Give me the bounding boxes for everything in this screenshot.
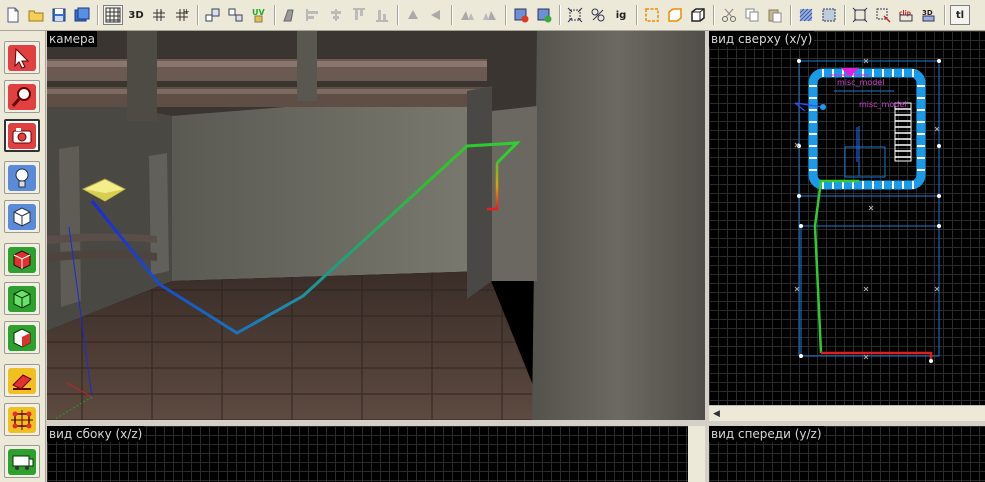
toolbar-separator: [451, 5, 453, 25]
top-viewport[interactable]: misc_model misc_model вид сверху (x/y): [709, 31, 985, 405]
toolbar-separator: [713, 5, 715, 25]
selection-box-icon[interactable]: [819, 5, 839, 25]
clip-icon[interactable]: clip: [896, 5, 916, 25]
top-view-drawing: misc_model misc_model: [794, 58, 941, 363]
scroll-left-icon[interactable]: ◀: [713, 409, 720, 419]
front-viewport[interactable]: вид спереди (y/z): [709, 426, 985, 482]
tool-palette: [0, 31, 46, 482]
group-icon[interactable]: [203, 5, 223, 25]
edges-icon[interactable]: [873, 5, 893, 25]
top-viewport-scrollbar[interactable]: ◀: [709, 405, 985, 421]
grid-larger-icon[interactable]: +: [172, 5, 192, 25]
paste-icon[interactable]: [765, 5, 785, 25]
side-viewport-label: вид сбоку (x/z): [47, 426, 145, 442]
front-viewport-label: вид спереди (y/z): [709, 426, 824, 442]
svg-text:-: -: [160, 8, 163, 16]
top-viewport-label: вид сверху (x/y): [709, 31, 815, 47]
toolbar-separator: [274, 5, 276, 25]
camera-3d-render: [47, 31, 705, 420]
texture-lock-icon[interactable]: [280, 5, 300, 25]
save-icon[interactable]: [49, 5, 69, 25]
side-viewport-scrollbar[interactable]: [688, 426, 705, 482]
cut-icon[interactable]: [719, 5, 739, 25]
rotate-left-icon[interactable]: [457, 5, 477, 25]
toolbar-separator: [790, 5, 792, 25]
align-top-icon[interactable]: [349, 5, 369, 25]
svg-text:+: +: [183, 7, 190, 16]
texture-apply-icon[interactable]: [4, 243, 40, 276]
select-green-icon[interactable]: [534, 5, 554, 25]
top-entity-label-2: misc_model: [859, 100, 907, 109]
entity-light-tool-icon[interactable]: [4, 161, 40, 194]
carve-icon[interactable]: [642, 5, 662, 25]
toolbar-separator: [636, 5, 638, 25]
selection-tool-icon[interactable]: [4, 41, 40, 74]
camera-viewport-label: камера: [47, 31, 98, 47]
hide-icon[interactable]: [588, 5, 608, 25]
new-file-icon[interactable]: [3, 5, 23, 25]
align-left-icon[interactable]: [303, 5, 323, 25]
toolbar-separator: [505, 5, 507, 25]
map-editor-window: 3D - + UV ig clip 3D tl камера misc_mode…: [0, 0, 985, 482]
copy-icon[interactable]: [742, 5, 762, 25]
block-tool-icon[interactable]: [4, 200, 40, 233]
toolbar-separator: [559, 5, 561, 25]
tl-button[interactable]: tl: [950, 5, 970, 25]
make-solid-icon[interactable]: [688, 5, 708, 25]
uv-icon[interactable]: UV: [249, 5, 269, 25]
align-center-icon[interactable]: [326, 5, 346, 25]
toolbar-separator: [397, 5, 399, 25]
side-viewport[interactable]: вид сбоку (x/z): [47, 426, 688, 482]
apply-current-texture-icon[interactable]: [4, 282, 40, 315]
top-entity-label-1: misc_model: [837, 78, 885, 87]
select-region-icon[interactable]: [565, 5, 585, 25]
grid-icon[interactable]: [103, 5, 123, 25]
toolbar-separator: [844, 5, 846, 25]
vertex-manipulation-icon[interactable]: [4, 403, 40, 436]
toolbar-separator: [97, 5, 99, 25]
flip-horizontal-icon[interactable]: [403, 5, 423, 25]
texture-app-icon[interactable]: [796, 5, 816, 25]
open-folder-icon[interactable]: [26, 5, 46, 25]
decal-tool-icon[interactable]: [4, 321, 40, 354]
flip-vertical-icon[interactable]: [426, 5, 446, 25]
save-all-icon[interactable]: [72, 5, 92, 25]
ungroup-icon[interactable]: [226, 5, 246, 25]
svg-text:clip: clip: [899, 10, 912, 17]
toolbar-separator: [944, 5, 946, 25]
3d-grid-icon[interactable]: 3D: [126, 5, 146, 25]
main-toolbar: 3D - + UV ig clip 3D tl: [0, 0, 985, 31]
path-tool-icon[interactable]: [4, 445, 40, 478]
clip-tool-icon[interactable]: [4, 364, 40, 397]
camera-tool-icon[interactable]: [4, 119, 40, 152]
camera-viewport[interactable]: камера: [47, 31, 705, 420]
grid-smaller-icon[interactable]: -: [149, 5, 169, 25]
toolbar-separator: [197, 5, 199, 25]
zoom-tool-icon[interactable]: [4, 80, 40, 113]
rotate-right-icon[interactable]: [480, 5, 500, 25]
ig-button[interactable]: ig: [611, 5, 631, 25]
select-red-icon[interactable]: [511, 5, 531, 25]
hollow-icon[interactable]: [665, 5, 685, 25]
3d-view-icon[interactable]: 3D: [919, 5, 939, 25]
vertex-icon[interactable]: [850, 5, 870, 25]
align-bottom-icon[interactable]: [372, 5, 392, 25]
